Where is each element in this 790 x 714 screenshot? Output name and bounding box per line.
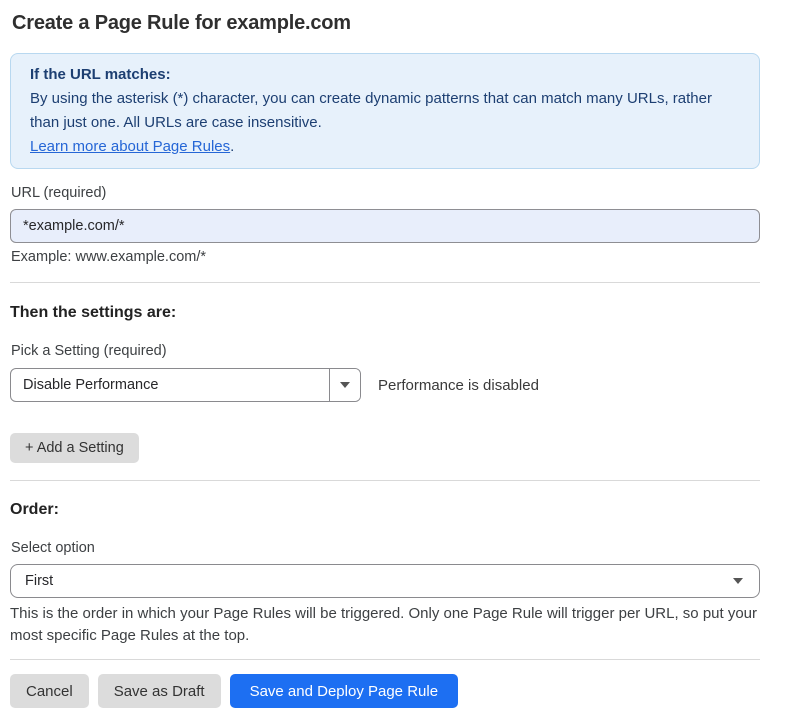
url-matches-info-box: If the URL matches: By using the asteris…	[10, 53, 760, 169]
info-box-body: By using the asterisk (*) character, you…	[30, 87, 740, 135]
footer-actions: Cancel Save as Draft Save and Deploy Pag…	[10, 674, 760, 708]
add-setting-button[interactable]: + Add a Setting	[10, 433, 139, 463]
settings-section-heading: Then the settings are:	[10, 303, 760, 322]
divider	[10, 480, 760, 481]
order-help-text: This is the order in which your Page Rul…	[10, 603, 760, 647]
save-as-draft-button[interactable]: Save as Draft	[98, 674, 221, 708]
order-select[interactable]: First	[10, 564, 760, 598]
setting-select-value: Disable Performance	[11, 369, 329, 401]
order-select-value: First	[11, 565, 725, 597]
chevron-down-icon	[733, 578, 743, 584]
save-and-deploy-button[interactable]: Save and Deploy Page Rule	[230, 674, 458, 708]
link-suffix: .	[230, 138, 234, 155]
page-title: Create a Page Rule for example.com	[12, 12, 760, 35]
url-input[interactable]	[10, 209, 760, 243]
url-label: URL (required)	[11, 185, 760, 202]
divider	[10, 659, 760, 660]
chevron-down-icon	[340, 382, 350, 388]
order-select-caret	[725, 565, 759, 597]
url-example-text: Example: www.example.com/*	[11, 249, 760, 266]
order-section-heading: Order:	[10, 500, 760, 519]
info-box-link-line: Learn more about Page Rules.	[30, 135, 740, 159]
divider	[10, 282, 760, 283]
setting-select[interactable]: Disable Performance	[10, 368, 361, 402]
pick-setting-label: Pick a Setting (required)	[11, 343, 760, 360]
cancel-button[interactable]: Cancel	[10, 674, 89, 708]
setting-select-caret-button[interactable]	[329, 369, 360, 401]
learn-more-link[interactable]: Learn more about Page Rules	[30, 138, 230, 155]
setting-status-text: Performance is disabled	[378, 377, 539, 394]
info-box-heading: If the URL matches:	[30, 63, 740, 87]
order-select-label: Select option	[11, 540, 760, 557]
setting-row: Disable Performance Performance is disab…	[10, 368, 760, 402]
